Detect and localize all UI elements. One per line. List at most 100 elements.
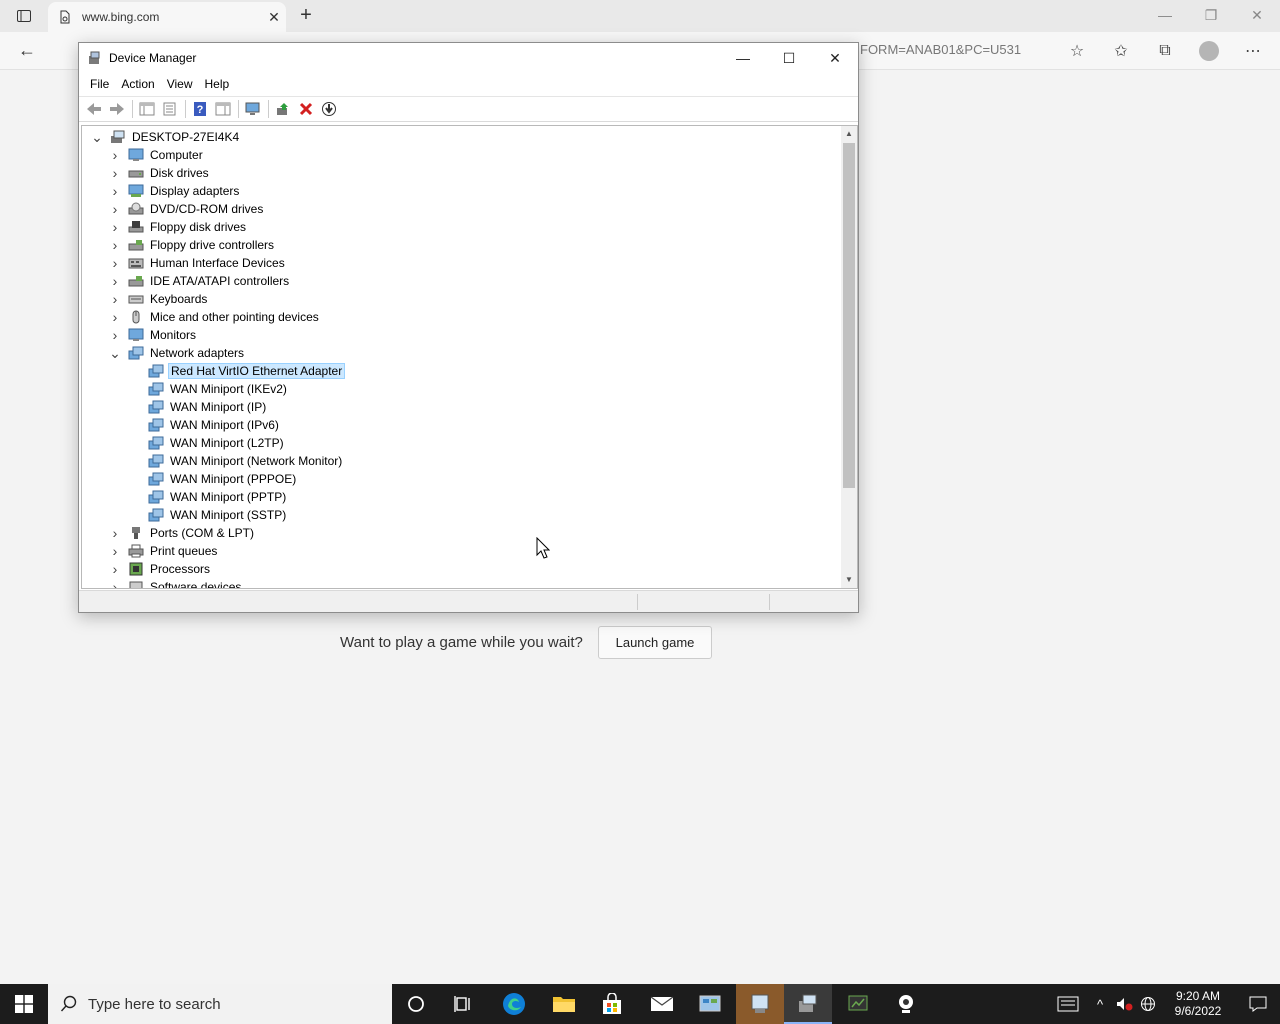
tree-device-item[interactable]: WAN Miniport (IP) bbox=[128, 398, 268, 416]
add-favorite-icon[interactable]: ☆ bbox=[1062, 38, 1092, 64]
launch-game-button[interactable]: Launch game bbox=[598, 626, 712, 659]
task-view-icon[interactable] bbox=[440, 984, 488, 1024]
tree-category-item[interactable]: › Ports (COM & LPT) bbox=[108, 524, 256, 542]
tab-actions-icon[interactable] bbox=[8, 6, 40, 26]
tree-device-item[interactable]: WAN Miniport (PPTP) bbox=[128, 488, 288, 506]
scroll-thumb[interactable] bbox=[843, 143, 855, 488]
expand-chevron-icon[interactable]: › bbox=[108, 543, 122, 559]
webcam-app-icon[interactable] bbox=[882, 984, 930, 1024]
tree-device-item[interactable]: Red Hat VirtIO Ethernet Adapter bbox=[128, 362, 346, 380]
scroll-up-icon[interactable]: ▲ bbox=[841, 126, 857, 142]
browser-restore-icon[interactable]: ❐ bbox=[1188, 0, 1234, 30]
dm-maximize-icon[interactable]: ☐ bbox=[766, 43, 812, 73]
expand-chevron-icon[interactable]: › bbox=[108, 579, 122, 588]
tree-category-item[interactable]: › Monitors bbox=[108, 326, 198, 344]
volume-muted-icon[interactable] bbox=[1112, 996, 1136, 1012]
expand-chevron-icon[interactable]: › bbox=[108, 561, 122, 577]
menu-help[interactable]: Help bbox=[199, 77, 236, 91]
network-settings-icon[interactable] bbox=[736, 984, 784, 1024]
file-explorer-icon[interactable] bbox=[540, 984, 588, 1024]
expand-chevron-icon[interactable]: › bbox=[108, 147, 122, 163]
tree-category-item[interactable]: › Print queues bbox=[108, 542, 219, 560]
network-globe-icon[interactable] bbox=[1136, 996, 1160, 1012]
taskbar-search-box[interactable]: Type here to search bbox=[48, 984, 392, 1024]
tree-category-item[interactable]: › Human Interface Devices bbox=[108, 254, 287, 272]
menu-file[interactable]: File bbox=[84, 77, 115, 91]
expand-chevron-icon[interactable]: › bbox=[108, 183, 122, 199]
tree-category-item[interactable]: › Floppy drive controllers bbox=[108, 236, 276, 254]
tree-category-item[interactable]: › Floppy disk drives bbox=[108, 218, 248, 236]
tree-category-item[interactable]: › Display adapters bbox=[108, 182, 241, 200]
uninstall-device-icon[interactable] bbox=[295, 99, 317, 119]
tree-device-item[interactable]: WAN Miniport (IPv6) bbox=[128, 416, 281, 434]
mail-icon[interactable] bbox=[638, 984, 686, 1024]
dm-close-icon[interactable]: ✕ bbox=[812, 43, 858, 73]
tree-root-item[interactable]: ⌄ DESKTOP-27EI4K4 bbox=[90, 128, 241, 146]
device-manager-taskbar-icon[interactable] bbox=[784, 984, 832, 1024]
tree-category-item[interactable]: › IDE ATA/ATAPI controllers bbox=[108, 272, 291, 290]
news-icon[interactable] bbox=[1048, 996, 1088, 1012]
store-icon[interactable] bbox=[588, 984, 636, 1024]
expand-chevron-icon[interactable]: › bbox=[108, 255, 122, 271]
tree-device-item[interactable]: WAN Miniport (L2TP) bbox=[128, 434, 286, 452]
expand-chevron-icon[interactable]: › bbox=[108, 309, 122, 325]
expand-chevron-icon[interactable]: › bbox=[108, 201, 122, 217]
browser-tab[interactable]: www.bing.com ✕ bbox=[48, 2, 286, 32]
favorites-icon[interactable]: ✩ bbox=[1106, 38, 1136, 64]
expand-chevron-icon[interactable]: › bbox=[108, 237, 122, 253]
address-bar-text[interactable]: FORM=ANAB01&PC=U531 bbox=[860, 42, 1021, 57]
update-driver-icon[interactable] bbox=[272, 99, 294, 119]
tree-device-item[interactable]: WAN Miniport (SSTP) bbox=[128, 506, 288, 524]
system-clock[interactable]: 9:20 AM 9/6/2022 bbox=[1160, 989, 1236, 1019]
device-tree[interactable]: ⌄ DESKTOP-27EI4K4 › Computer › Disk drives › Di… bbox=[81, 125, 858, 589]
collapse-chevron-icon[interactable]: ⌄ bbox=[90, 130, 104, 144]
tree-device-item[interactable]: WAN Miniport (IKEv2) bbox=[128, 380, 289, 398]
more-options-icon[interactable]: ⋯ bbox=[1238, 38, 1268, 64]
tree-category-item[interactable]: › DVD/CD-ROM drives bbox=[108, 200, 265, 218]
collapse-chevron-icon[interactable]: ⌄ bbox=[108, 346, 122, 360]
expand-chevron-icon[interactable]: › bbox=[108, 525, 122, 541]
cortana-icon[interactable] bbox=[392, 984, 440, 1024]
expand-chevron-icon[interactable]: › bbox=[108, 219, 122, 235]
back-arrow-icon[interactable]: ← bbox=[14, 40, 40, 62]
new-tab-icon[interactable]: + bbox=[294, 5, 318, 26]
show-hide-console-tree-icon[interactable] bbox=[136, 99, 158, 119]
edge-icon[interactable] bbox=[490, 984, 538, 1024]
control-panel-icon[interactable] bbox=[686, 984, 734, 1024]
action-pane-icon[interactable] bbox=[212, 99, 234, 119]
forward-icon[interactable] bbox=[106, 99, 128, 119]
dm-minimize-icon[interactable]: — bbox=[720, 43, 766, 73]
tree-device-item[interactable]: WAN Miniport (Network Monitor) bbox=[128, 452, 344, 470]
back-icon[interactable] bbox=[83, 99, 105, 119]
tree-category-item[interactable]: › Computer bbox=[108, 146, 205, 164]
tree-category-item[interactable]: › Processors bbox=[108, 560, 212, 578]
properties-icon[interactable] bbox=[159, 99, 181, 119]
profile-icon[interactable] bbox=[1194, 38, 1224, 64]
collections-icon[interactable]: ⧉ bbox=[1150, 38, 1180, 64]
terminal-app-icon[interactable] bbox=[834, 984, 882, 1024]
chevron-up-icon[interactable]: ^ bbox=[1088, 997, 1112, 1012]
browser-minimize-icon[interactable]: — bbox=[1142, 0, 1188, 30]
tree-device-item[interactable]: WAN Miniport (PPPOE) bbox=[128, 470, 298, 488]
expand-chevron-icon[interactable]: › bbox=[108, 291, 122, 307]
tree-category-item[interactable]: › Disk drives bbox=[108, 164, 211, 182]
tree-category-item[interactable]: ⌄ Network adapters bbox=[108, 344, 246, 362]
help-icon[interactable]: ? bbox=[189, 99, 211, 119]
tree-category-item[interactable]: › Mice and other pointing devices bbox=[108, 308, 321, 326]
dm-title-bar[interactable]: Device Manager — ☐ ✕ bbox=[79, 43, 858, 73]
menu-view[interactable]: View bbox=[161, 77, 199, 91]
notifications-icon[interactable] bbox=[1236, 996, 1280, 1012]
tree-vertical-scrollbar[interactable]: ▲ ▼ bbox=[841, 126, 857, 588]
tree-category-item[interactable]: › Keyboards bbox=[108, 290, 209, 308]
tree-category-item[interactable]: › Software devices bbox=[108, 578, 243, 588]
browser-close-icon[interactable]: ✕ bbox=[1234, 0, 1280, 30]
tab-close-icon[interactable]: ✕ bbox=[262, 9, 286, 26]
expand-chevron-icon[interactable]: › bbox=[108, 165, 122, 181]
scroll-down-icon[interactable]: ▼ bbox=[841, 572, 857, 588]
expand-chevron-icon[interactable]: › bbox=[108, 327, 122, 343]
disable-device-icon[interactable] bbox=[318, 99, 340, 119]
menu-action[interactable]: Action bbox=[115, 77, 160, 91]
scan-hardware-icon[interactable] bbox=[242, 99, 264, 119]
windows-start-icon[interactable] bbox=[0, 984, 48, 1024]
expand-chevron-icon[interactable]: › bbox=[108, 273, 122, 289]
